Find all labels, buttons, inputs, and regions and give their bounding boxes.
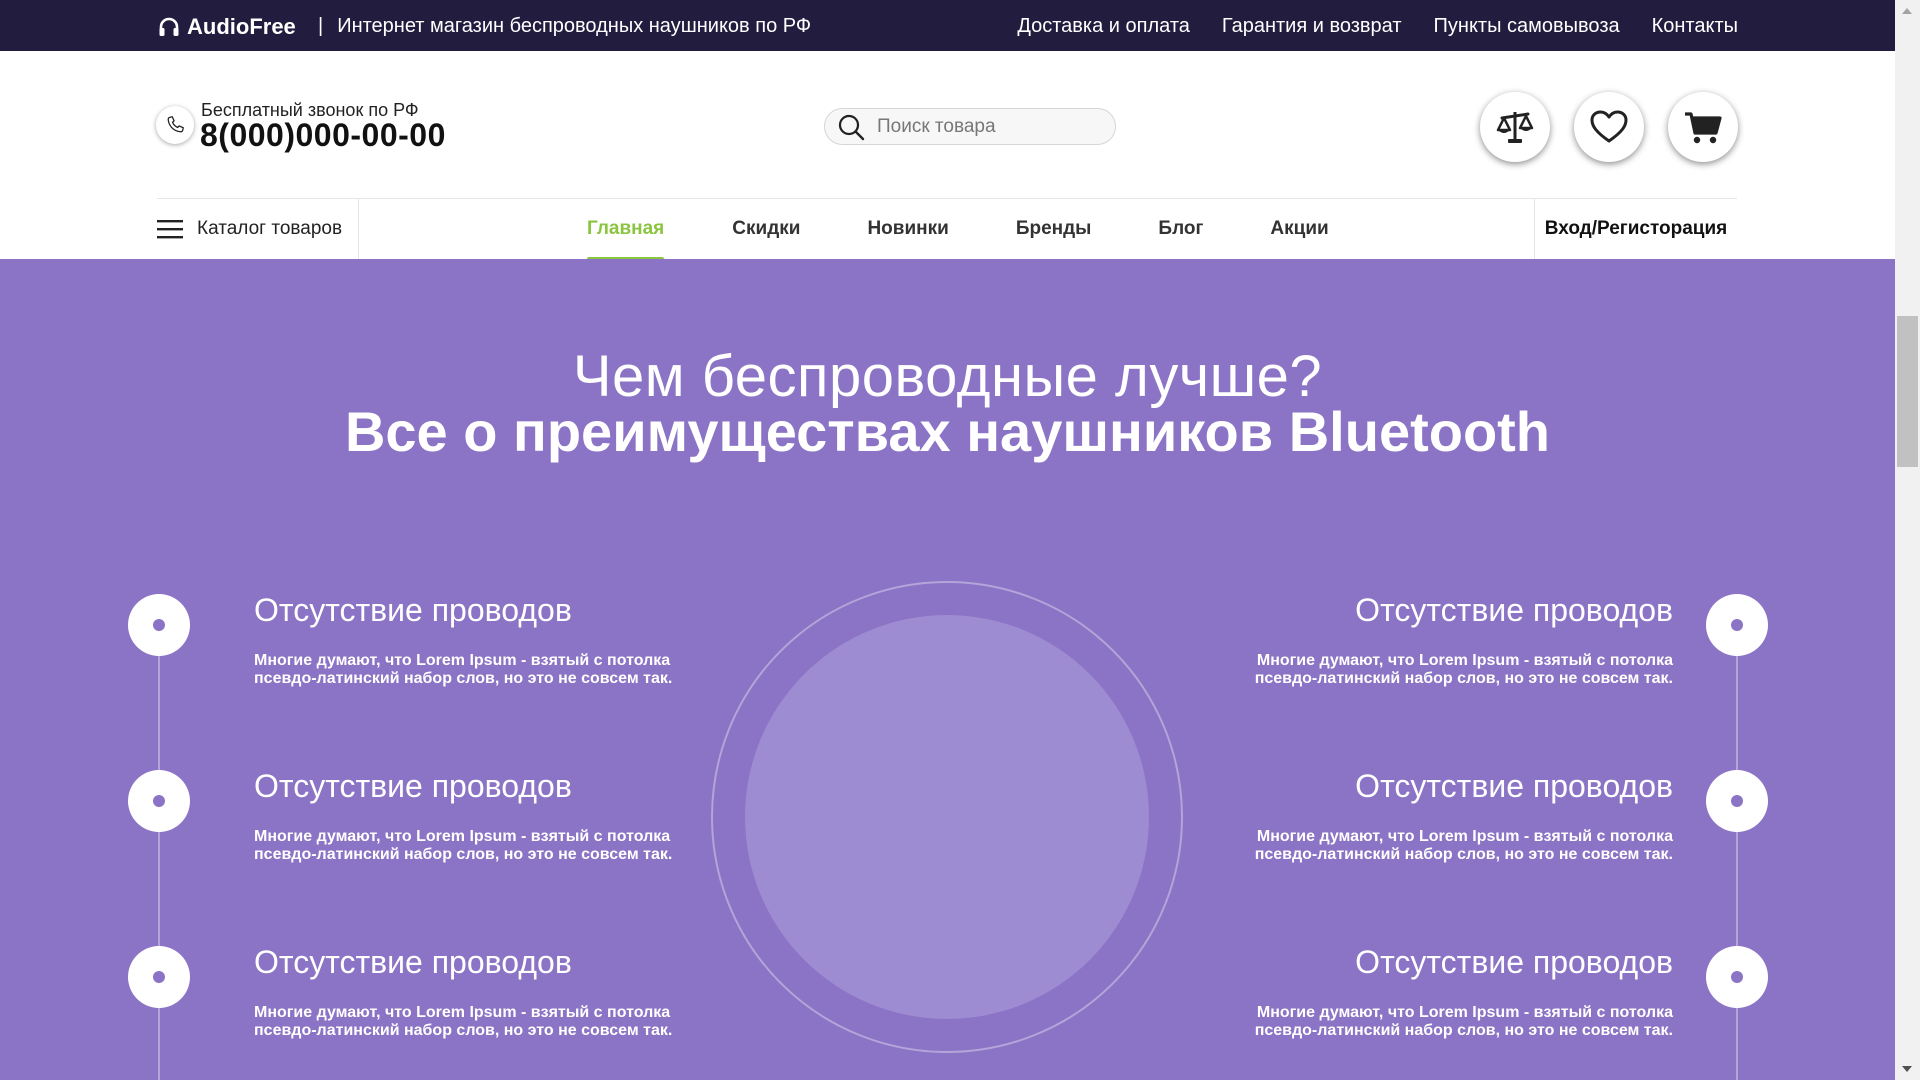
feature-title: Отсутствие проводов [254, 768, 572, 804]
feature-text: псевдо-латинский набор слов, но это не с… [254, 670, 673, 687]
search-icon[interactable] [837, 113, 865, 141]
brand-logo[interactable]: AudioFree [157, 14, 296, 40]
favorites-button[interactable] [1574, 92, 1644, 162]
tagline-text: Интернет магазин беспроводных наушников … [337, 15, 812, 37]
header: Бесплатный звонок по РФ 8(000)000-00-00 [0, 51, 1895, 198]
top-nav-delivery[interactable]: Доставка и оплата [1017, 15, 1190, 38]
feature-text: Многие думают, что Lorem Ipsum - взятый … [1256, 1004, 1673, 1021]
nav-item-brands[interactable]: Бренды [1016, 199, 1092, 259]
feature-text: Многие думают, что Lorem Ipsum - взятый … [1256, 652, 1673, 669]
feature-title: Отсутствие проводов [254, 944, 572, 980]
feature-text: Многие думают, что Lorem Ipsum - взятый … [1256, 828, 1673, 845]
top-nav-contacts[interactable]: Контакты [1652, 15, 1738, 38]
feature-text: псевдо-латинский набор слов, но это не с… [254, 846, 673, 863]
feature-title: Отсутствие проводов [1355, 944, 1673, 980]
feature-dot [1706, 594, 1768, 656]
feature-dot [128, 946, 190, 1008]
hero-circle [745, 615, 1149, 1019]
feature-text: Многие думают, что Lorem Ipsum - взятый … [254, 652, 671, 669]
feature-dot [1706, 770, 1768, 832]
feature-dot [128, 594, 190, 656]
nav-item-promotions[interactable]: Акции [1270, 199, 1328, 259]
scrollbar-thumb[interactable] [1897, 316, 1918, 467]
catalog-button[interactable]: Каталог товаров [157, 199, 359, 259]
compare-icon [1496, 112, 1534, 143]
feature-dot [128, 770, 190, 832]
main-nav: Главная Скидки Новинки Бренды Блог Акции [587, 199, 1329, 261]
hero-section: Чем беспроводные лучше? Все о преимущест… [0, 259, 1895, 1080]
feature-text: псевдо-латинский набор слов, но это не с… [1254, 670, 1673, 687]
top-nav-pickup[interactable]: Пункты самовывоза [1434, 15, 1620, 38]
headphones-icon [159, 17, 179, 36]
top-bar: AudioFree | Интернет магазин беспроводных… [0, 0, 1895, 51]
tagline-separator: | [318, 15, 324, 37]
feature-text: Многие думают, что Lorem Ipsum - взятый … [254, 828, 671, 845]
cart-icon [1685, 112, 1722, 144]
heart-icon [1590, 110, 1628, 143]
phone-glyph-icon [167, 116, 184, 133]
feature-dot [1706, 946, 1768, 1008]
compare-button[interactable] [1480, 92, 1550, 162]
left-timeline-line [158, 625, 160, 1080]
feature-title: Отсутствие проводов [254, 592, 572, 628]
search-input[interactable] [877, 115, 1097, 138]
right-timeline-line [1736, 625, 1738, 1080]
nav-item-home[interactable]: Главная [587, 199, 665, 261]
cart-button[interactable] [1668, 92, 1738, 162]
nav-item-discounts[interactable]: Скидки [732, 199, 800, 259]
search-box[interactable] [824, 108, 1116, 145]
feature-title: Отсутствие проводов [1355, 768, 1673, 804]
phone-icon[interactable] [156, 106, 194, 144]
feature-text: псевдо-латинский набор слов, но это не с… [1254, 846, 1673, 863]
top-nav: Доставка и оплата Гарантия и возврат Пун… [1017, 15, 1738, 38]
feature-text: псевдо-латинский набор слов, но это не с… [254, 1022, 673, 1039]
feature-text: Многие думают, что Lorem Ipsum - взятый … [254, 1004, 671, 1021]
phone-number[interactable]: 8(000)000-00-00 [200, 117, 446, 154]
hero-title: Все о преимуществах наушников Bluetooth [344, 400, 1551, 463]
tagline: | Интернет магазин беспроводных наушников… [318, 15, 811, 38]
catalog-label: Каталог товаров [197, 218, 343, 239]
feature-text: псевдо-латинский набор слов, но это не с… [1254, 1022, 1673, 1039]
nav-item-new[interactable]: Новинки [867, 199, 948, 259]
feature-title: Отсутствие проводов [1355, 592, 1673, 628]
scroll-up-arrow-icon[interactable] [1902, 8, 1912, 14]
brand-name: AudioFree [187, 14, 296, 39]
nav-item-blog[interactable]: Блог [1158, 199, 1203, 259]
menu-icon [157, 220, 183, 239]
login-register-link[interactable]: Вход/Регисторация [1534, 199, 1737, 259]
main-nav-row: Каталог товаров Главная Скидки Новинки Б… [157, 198, 1737, 261]
top-nav-warranty[interactable]: Гарантия и возврат [1222, 15, 1402, 38]
scroll-down-arrow-icon[interactable] [1902, 1066, 1912, 1072]
page-scrollbar[interactable] [1895, 0, 1920, 1080]
